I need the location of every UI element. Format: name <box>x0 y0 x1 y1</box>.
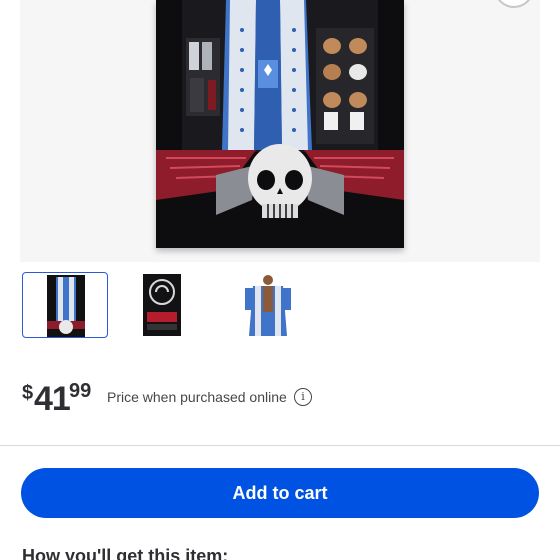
fulfillment-heading: How you'll get this item: <box>22 546 229 560</box>
price-currency-symbol: $ <box>22 382 34 404</box>
price-dollars: 41 <box>34 380 71 418</box>
info-icon[interactable]: i <box>294 388 312 406</box>
add-to-cart-button[interactable]: Add to cart <box>21 468 539 518</box>
thumbnail-figure-box-front[interactable] <box>22 272 108 338</box>
price-note: Price when purchased online <box>107 389 287 405</box>
product-box-image <box>156 0 404 248</box>
action-figure-box-art <box>156 0 404 248</box>
price-cents: 99 <box>69 380 92 402</box>
thumbnail-figure-box-back[interactable] <box>123 272 209 338</box>
product-hero-image[interactable] <box>0 0 560 262</box>
thumbnail-figure-loose[interactable] <box>225 272 311 338</box>
section-divider <box>0 445 560 446</box>
